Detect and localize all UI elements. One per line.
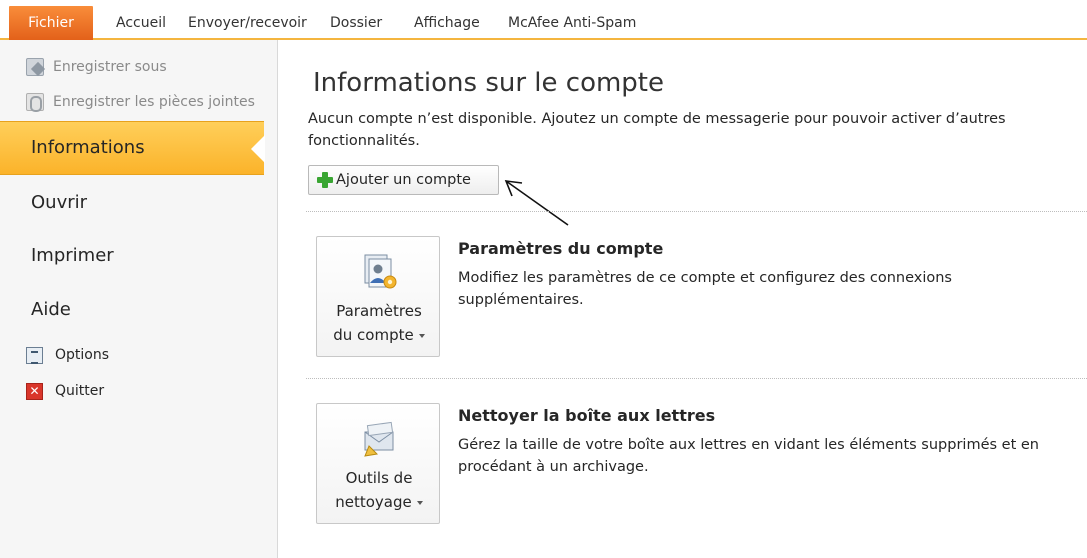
account-settings-button[interactable]: Paramètres du compte [316,236,440,357]
nav-informations[interactable]: Informations [0,121,265,175]
cleanup-title: Nettoyer la boîte aux lettres [458,406,716,425]
account-settings-description: Modifiez les paramètres de ce compte et … [458,270,952,308]
exit-command[interactable]: ✕ Quitter [26,381,104,401]
account-settings-label-1: Paramètres [336,302,422,320]
section-divider [306,378,1087,379]
options-label: Options [55,347,110,363]
account-settings-title: Paramètres du compte [458,239,664,258]
save-as-label: Enregistrer sous [53,59,167,75]
add-account-button[interactable]: Ajouter un compte [308,165,499,195]
cleanup-tools-label-2: nettoyage [335,493,412,511]
tab-home[interactable]: Accueil [110,8,172,38]
nav-help[interactable]: Aide [31,299,71,320]
nav-open[interactable]: Ouvrir [31,192,87,213]
attachments-icon [26,93,44,112]
nav-informations-label: Informations [31,137,145,158]
no-account-description: Aucun compte n’est disponible. Ajoutez u… [308,111,1006,149]
save-attachments-label: Enregistrer les pièces jointes [53,94,255,110]
tab-file[interactable]: Fichier [9,6,93,40]
ribbon-tab-bar: Fichier Accueil Envoyer/recevoir Dossier… [0,0,1087,40]
tab-folder[interactable]: Dossier [324,8,388,38]
tab-send-receive[interactable]: Envoyer/recevoir [182,8,313,38]
cleanup-tools-button[interactable]: Outils de nettoyage [316,403,440,524]
save-as-icon [26,58,44,76]
tab-view[interactable]: Affichage [408,8,486,38]
page-title: Informations sur le compte [313,68,664,98]
exit-label: Quitter [55,383,105,399]
tab-mcafee[interactable]: McAfee Anti-Spam [502,8,642,38]
save-as-command[interactable]: Enregistrer sous [26,55,167,79]
cleanup-tools-label-1: Outils de [345,469,413,487]
annotation-arrow [504,180,569,226]
save-attachments-command[interactable]: Enregistrer les pièces jointes [26,90,255,114]
exit-icon: ✕ [26,382,43,400]
backstage-sidebar: Enregistrer sous Enregistrer les pièces … [0,40,278,558]
options-icon [26,346,43,364]
nav-print[interactable]: Imprimer [31,245,114,266]
options-command[interactable]: Options [26,345,109,365]
chevron-down-icon [418,333,425,338]
cleanup-tools-icon [364,421,394,457]
cleanup-description: Gérez la taille de votre boîte aux lettr… [458,437,1039,475]
account-settings-icon [364,254,397,289]
plus-icon [317,172,333,188]
account-settings-label-2: du compte [333,326,414,344]
chevron-down-icon [416,500,423,505]
add-account-label: Ajouter un compte [336,172,471,188]
section-divider [306,211,1087,212]
